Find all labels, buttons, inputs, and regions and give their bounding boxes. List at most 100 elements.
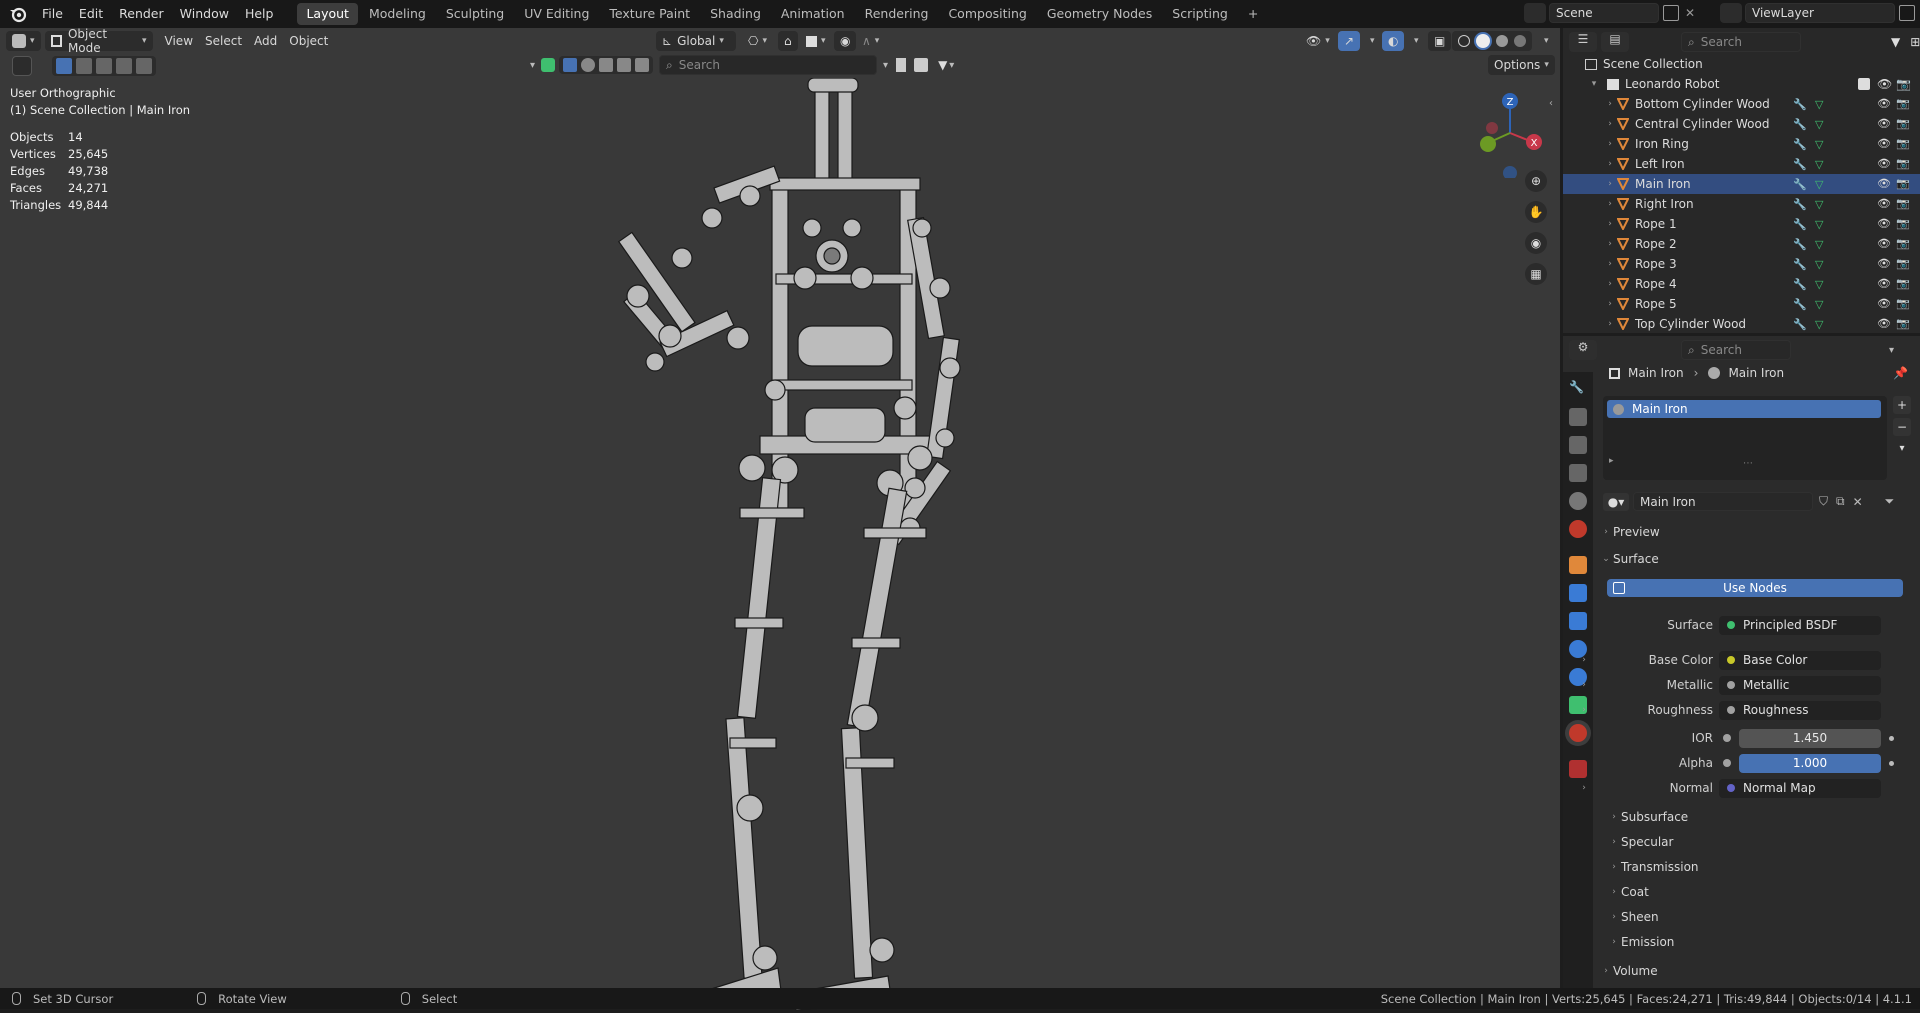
outliner-item[interactable]: › Main Iron 🔧 ▽ 👁 📷 — [1563, 174, 1920, 194]
blender-logo-icon[interactable] — [8, 4, 28, 24]
funnel-filter-icon[interactable]: ▼ — [938, 58, 947, 72]
duplicate-material-icon[interactable]: ⧉ — [1836, 494, 1845, 509]
expand-chevron-icon[interactable]: › — [1603, 99, 1617, 109]
pivot-point-button[interactable]: ⎔ ▾ — [742, 31, 773, 51]
exclude-checkbox[interactable] — [1858, 78, 1870, 90]
3d-viewport[interactable]: ▾ Object Mode ▾ View Select Add Object ⊾ … — [0, 27, 1560, 1011]
mesh-data-icon[interactable]: ▽ — [1815, 178, 1823, 191]
object-tab-icon[interactable] — [1569, 556, 1587, 574]
rendered-shading-icon[interactable] — [1514, 35, 1526, 47]
outliner-filter-icon[interactable]: ▼ — [1891, 35, 1900, 49]
new-scene-icon[interactable] — [1663, 5, 1679, 21]
outliner-item[interactable]: › Right Iron 🔧 ▽ 👁 📷 — [1563, 194, 1920, 214]
proportional-falloff[interactable]: ∧ ▾ — [856, 31, 885, 51]
shader-input-field[interactable]: Base Color — [1719, 650, 1881, 670]
camera-icon[interactable]: 📷 — [1896, 97, 1910, 111]
modifier-wrench-icon[interactable]: 🔧 — [1793, 98, 1807, 111]
eye-icon[interactable]: 👁 — [1877, 297, 1891, 311]
add-menu[interactable]: Add — [248, 31, 283, 51]
alpha-slider[interactable]: 1.000 — [1739, 753, 1881, 773]
pin-icon[interactable]: 📌 — [1893, 366, 1908, 380]
expand-chevron-icon[interactable]: › — [1603, 219, 1617, 229]
modifier-wrench-icon[interactable]: 🔧 — [1793, 318, 1807, 331]
solid-shading-icon[interactable] — [1476, 34, 1490, 48]
tab-texture-paint[interactable]: Texture Paint — [600, 3, 699, 25]
outliner-item[interactable]: › Bottom Cylinder Wood 🔧 ▽ 👁 📷 — [1563, 94, 1920, 114]
shading-modes[interactable] — [1452, 31, 1532, 51]
tab-modeling[interactable]: Modeling — [360, 3, 435, 25]
ior-keyframe-dot[interactable] — [1889, 735, 1894, 741]
camera-filter-icon[interactable] — [599, 58, 614, 72]
camera-icon[interactable]: 📷 — [1896, 237, 1910, 251]
perspective-grid-icon[interactable]: ▦ — [1525, 263, 1547, 285]
list-expand-icon[interactable]: ▸ — [1609, 456, 1614, 466]
properties-search-input[interactable]: ⌕ Search — [1681, 340, 1791, 360]
subsection-header[interactable]: › Specular — [1607, 832, 1907, 852]
select-menu[interactable]: Select — [199, 31, 248, 51]
material-shading-icon[interactable] — [1496, 35, 1508, 47]
list-resize-handle[interactable]: ⋯ — [1743, 458, 1753, 469]
mesh-filter-icon[interactable] — [563, 58, 578, 72]
camera-icon[interactable]: 📷 — [1896, 117, 1910, 131]
tab-compositing[interactable]: Compositing — [939, 3, 1035, 25]
use-nodes-button[interactable]: Use Nodes — [1607, 579, 1903, 597]
select-extend-icon[interactable] — [76, 58, 92, 74]
camera-icon[interactable]: 📷 — [1896, 157, 1910, 171]
eye-icon[interactable]: 👁 — [1877, 117, 1891, 131]
tool-tab-icon[interactable]: 🔧 — [1569, 380, 1587, 398]
menu-help[interactable]: Help — [237, 0, 282, 28]
mesh-data-icon[interactable]: ▽ — [1815, 238, 1823, 251]
ior-slider[interactable]: 1.450 — [1739, 728, 1881, 748]
expand-chevron-icon[interactable]: › — [1603, 159, 1617, 169]
tab-scripting[interactable]: Scripting — [1163, 3, 1237, 25]
material-name-field[interactable]: Main Iron — [1633, 492, 1813, 511]
pan-hand-icon[interactable]: ✋ — [1525, 201, 1547, 223]
eye-icon[interactable]: 👁 — [1877, 157, 1891, 171]
outliner-item[interactable]: › Rope 1 🔧 ▽ 👁 📷 — [1563, 214, 1920, 234]
view-layer-selector[interactable]: ViewLayer — [1745, 3, 1895, 23]
camera-icon[interactable]: 📷 — [1896, 177, 1910, 191]
expand-chevron-icon[interactable]: ▾ — [1587, 79, 1601, 89]
camera-icon[interactable]: 📷 — [1896, 137, 1910, 151]
modifier-wrench-icon[interactable]: 🔧 — [1793, 118, 1807, 131]
camera-icon[interactable]: 📷 — [1896, 297, 1910, 311]
tab-shading[interactable]: Shading — [701, 3, 770, 25]
shader-input-field[interactable]: Roughness — [1719, 700, 1881, 720]
outliner-item[interactable]: › Iron Ring 🔧 ▽ 👁 📷 — [1563, 134, 1920, 154]
filter-dropdown-chevron[interactable]: ▾ — [949, 60, 954, 71]
modifier-wrench-icon[interactable]: 🔧 — [1793, 138, 1807, 151]
tab-animation[interactable]: Animation — [772, 3, 854, 25]
modifier-wrench-icon[interactable]: 🔧 — [1793, 198, 1807, 211]
eye-icon[interactable]: 👁 — [1877, 277, 1891, 291]
mesh-data-icon[interactable]: ▽ — [1815, 318, 1823, 331]
visibility-filter[interactable]: 👁 ▾ — [1300, 31, 1336, 51]
expand-chevron-icon[interactable]: › — [1603, 199, 1617, 209]
menu-render[interactable]: Render — [111, 0, 172, 28]
mesh-data-icon[interactable]: ▽ — [1815, 98, 1823, 111]
eye-icon[interactable]: 👁 — [1877, 317, 1891, 331]
modifier-wrench-icon[interactable]: 🔧 — [1793, 158, 1807, 171]
expand-chevron-icon[interactable]: › — [1603, 319, 1617, 329]
view-layer-icon[interactable] — [1720, 3, 1742, 23]
display-mode-icon[interactable]: ▤ — [1601, 32, 1629, 52]
tool-select-box-icon[interactable] — [12, 56, 32, 76]
menu-edit[interactable]: Edit — [71, 0, 111, 28]
material-browse-icon[interactable]: ●▾ — [1603, 492, 1629, 511]
overlays-dropdown[interactable]: ▾ — [1404, 31, 1425, 51]
select-intersect-icon[interactable] — [136, 58, 152, 74]
options-button[interactable]: Options ▾ — [1488, 55, 1555, 75]
snap-target[interactable]: ▾ — [800, 31, 832, 51]
snap-toggle[interactable]: ⌂ — [778, 31, 798, 51]
tab-sculpting[interactable]: Sculpting — [437, 3, 513, 25]
eye-icon[interactable]: 👁 — [1877, 137, 1891, 151]
menu-file[interactable]: File — [34, 0, 71, 28]
editor-type-button[interactable]: ▾ — [6, 31, 41, 51]
properties-editor-type-icon[interactable]: ⚙ — [1569, 340, 1597, 360]
navigation-gizmo[interactable]: Z X — [1470, 88, 1550, 178]
subsection-header[interactable]: › Coat — [1607, 882, 1907, 902]
light-filter-icon[interactable] — [581, 58, 596, 72]
scene-icon[interactable] — [1524, 3, 1546, 23]
shading-dropdown[interactable]: ▾ — [1534, 31, 1555, 51]
remove-slot-button[interactable]: − — [1893, 418, 1911, 436]
outliner-item[interactable]: › Rope 5 🔧 ▽ 👁 📷 — [1563, 294, 1920, 314]
